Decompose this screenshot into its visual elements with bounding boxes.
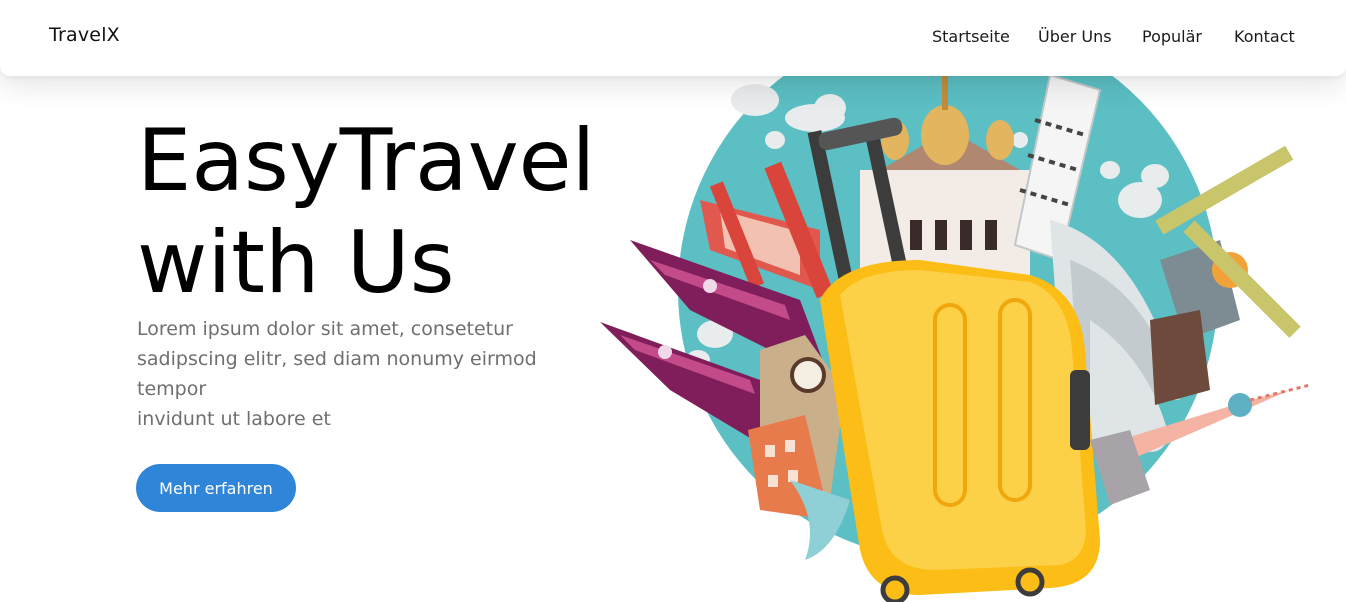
- hero-text-line: Lorem ipsum dolor sit amet, consetetur: [137, 318, 513, 340]
- suitcase-body: [820, 260, 1100, 602]
- nav-link-populaer[interactable]: Populär: [1142, 27, 1202, 46]
- navbar: TravelX Startseite Über Uns Populär Kont…: [0, 0, 1346, 76]
- hero-title-line-2: with Us: [137, 213, 455, 313]
- travel-suitcase-landmarks-illustration: [600, 20, 1311, 602]
- hero-text-line: invidunt ut labore et: [137, 408, 331, 430]
- hero-text-line: tempor: [137, 378, 207, 400]
- hero-text-line: sadipscing elitr, sed diam nonumy eirmod: [137, 348, 537, 370]
- travel-illustration: [590, 20, 1346, 602]
- hero-title-line-1: EasyTravel: [137, 111, 596, 211]
- nav-menu: Startseite Über Uns Populär Kontact: [0, 27, 1346, 49]
- hero-description: Lorem ipsum dolor sit amet, consetetur s…: [137, 314, 597, 434]
- nav-link-ueber-uns[interactable]: Über Uns: [1038, 27, 1112, 46]
- nav-link-kontact[interactable]: Kontact: [1234, 27, 1295, 46]
- learn-more-button[interactable]: Mehr erfahren: [136, 464, 296, 512]
- nav-link-startseite[interactable]: Startseite: [932, 27, 1010, 46]
- hero-title: EasyTravel with Us: [137, 110, 595, 314]
